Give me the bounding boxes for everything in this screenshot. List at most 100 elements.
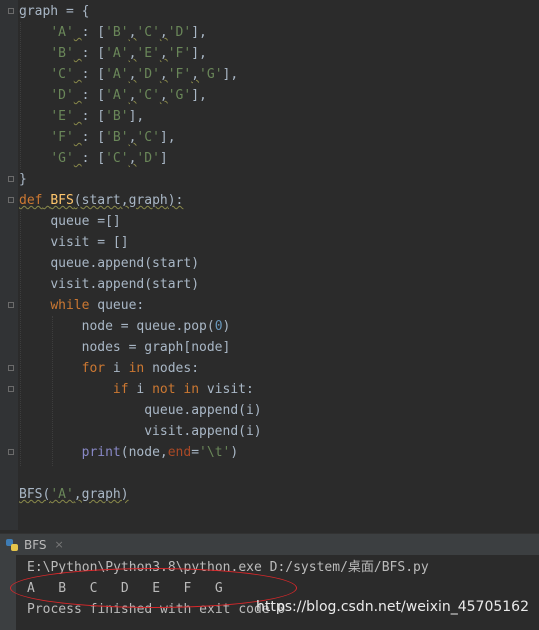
code-token: ):: [167, 193, 184, 208]
code-line-graph-entry: 'D' : ['A','C','G'],: [50, 88, 207, 103]
run-tab-label: BFS: [24, 538, 47, 552]
code-line-def: def BFS(start,graph):: [19, 190, 262, 211]
code-token: node = queue.pop(: [81, 319, 215, 334]
code-token: ,: [159, 46, 168, 61]
code-token: ): [230, 445, 239, 460]
list-item: 'A': [105, 46, 129, 61]
string-literal: '\t': [199, 445, 231, 460]
code-token: nodes = graph[node]: [81, 340, 231, 355]
code-editor[interactable]: graph = { 'A' : ['B','C','D'], 'B' : ['A…: [0, 0, 539, 530]
code-line-graph-entry: 'F' : ['B','C'],: [50, 130, 176, 145]
fold-marker[interactable]: [8, 176, 14, 182]
watermark-text: https://blog.csdn.net/weixin_45705162: [255, 599, 529, 615]
code-token: BFS(: [19, 487, 51, 502]
list-item: 'A': [105, 88, 129, 103]
param: graph: [128, 193, 168, 208]
list-item: 'B': [105, 130, 129, 145]
fold-marker[interactable]: [8, 449, 14, 455]
list-item: 'A': [105, 67, 129, 82]
list-item: 'G': [199, 67, 223, 82]
code-token: ): [222, 319, 231, 334]
close-icon[interactable]: ×: [55, 534, 64, 556]
code-token: visit.append(i): [144, 424, 262, 439]
run-tab-bfs[interactable]: BFS ×: [6, 534, 64, 556]
param: start: [81, 193, 121, 208]
highlight-ellipse: [10, 568, 297, 608]
code-token: ,graph): [73, 487, 129, 502]
code-token: visit.append(start): [50, 277, 200, 292]
dict-key: 'F': [50, 130, 74, 145]
code-line: visit = []: [19, 232, 262, 253]
list-item: 'F': [167, 67, 192, 82]
code-line-graph-entry: 'G' : ['C','D']: [50, 151, 168, 166]
code-line-call: BFS('A',graph): [19, 484, 262, 505]
code-line-for: for i in nodes:: [19, 358, 262, 379]
code-token: ,: [120, 193, 129, 208]
code-token: i: [128, 382, 153, 397]
list-item: 'D': [167, 25, 192, 40]
dict-key: 'G': [50, 151, 74, 166]
code-line-graph-entry: 'E' : ['B'],: [50, 109, 145, 124]
keyword-arg: end: [167, 445, 192, 460]
code-line-if: if i not in visit:: [19, 379, 262, 400]
code-token: (node,: [120, 445, 168, 460]
code-token: queue:: [89, 298, 145, 313]
keyword-while: while: [50, 298, 90, 313]
dict-key: 'D': [50, 88, 74, 103]
list-item: 'F': [167, 46, 192, 61]
graph-dict-entries: 'A' : ['B','C','D'], 'B' : ['A','E','F']…: [19, 22, 262, 169]
fold-marker[interactable]: [8, 365, 14, 371]
fold-marker[interactable]: [8, 197, 14, 203]
code-token: graph = {: [19, 4, 90, 19]
code-line: queue.append(i): [19, 400, 261, 421]
code-line-graph-entry: 'A' : ['B','C','D'],: [50, 25, 207, 40]
list-item: 'C': [136, 25, 160, 40]
builtin-print: print: [81, 445, 121, 460]
code-token: i: [105, 361, 129, 376]
fold-marker[interactable]: [8, 386, 14, 392]
run-tool-window-bar: BFS ×: [0, 533, 539, 555]
code-token: queue.append(start): [50, 256, 200, 271]
keyword-in: in: [183, 382, 200, 397]
list-item: 'C': [136, 130, 160, 145]
code-token: ,: [191, 67, 200, 82]
keyword-in: in: [128, 361, 145, 376]
string-literal: 'A': [50, 487, 74, 502]
code-token: nodes:: [144, 361, 200, 376]
fold-marker[interactable]: [8, 302, 14, 308]
code-line-close-brace: }: [19, 169, 262, 190]
code-token: ,: [159, 88, 168, 103]
code-line: visit.append(start): [19, 274, 262, 295]
keyword-for: for: [81, 361, 106, 376]
code-token: ,: [159, 25, 168, 40]
keyword-not: not: [152, 382, 176, 397]
code-token: (: [73, 193, 82, 208]
list-item: 'C': [136, 88, 160, 103]
code-line: node = queue.pop(0): [19, 316, 262, 337]
code-text[interactable]: graph = { 'A' : ['B','C','D'], 'B' : ['A…: [19, 1, 262, 505]
code-token: =: [191, 445, 200, 460]
code-line: queue.append(start): [19, 253, 262, 274]
number-literal: 0: [214, 319, 223, 334]
list-item: 'C': [105, 151, 129, 166]
list-item: 'D': [136, 67, 160, 82]
list-item: 'G': [167, 88, 192, 103]
dict-key: 'C': [50, 67, 74, 82]
keyword-def: def: [19, 193, 43, 208]
code-line-print: print(node,end='\t'): [19, 442, 262, 463]
list-item: 'E': [136, 46, 160, 61]
python-icon: [6, 539, 18, 551]
code-token: }: [19, 172, 27, 187]
fold-marker[interactable]: [8, 8, 14, 14]
code-line: visit.append(i): [19, 421, 262, 442]
code-line-graph-entry: 'C' : ['A','D','F','G'],: [50, 67, 239, 82]
code-line: nodes = graph[node]: [19, 337, 262, 358]
